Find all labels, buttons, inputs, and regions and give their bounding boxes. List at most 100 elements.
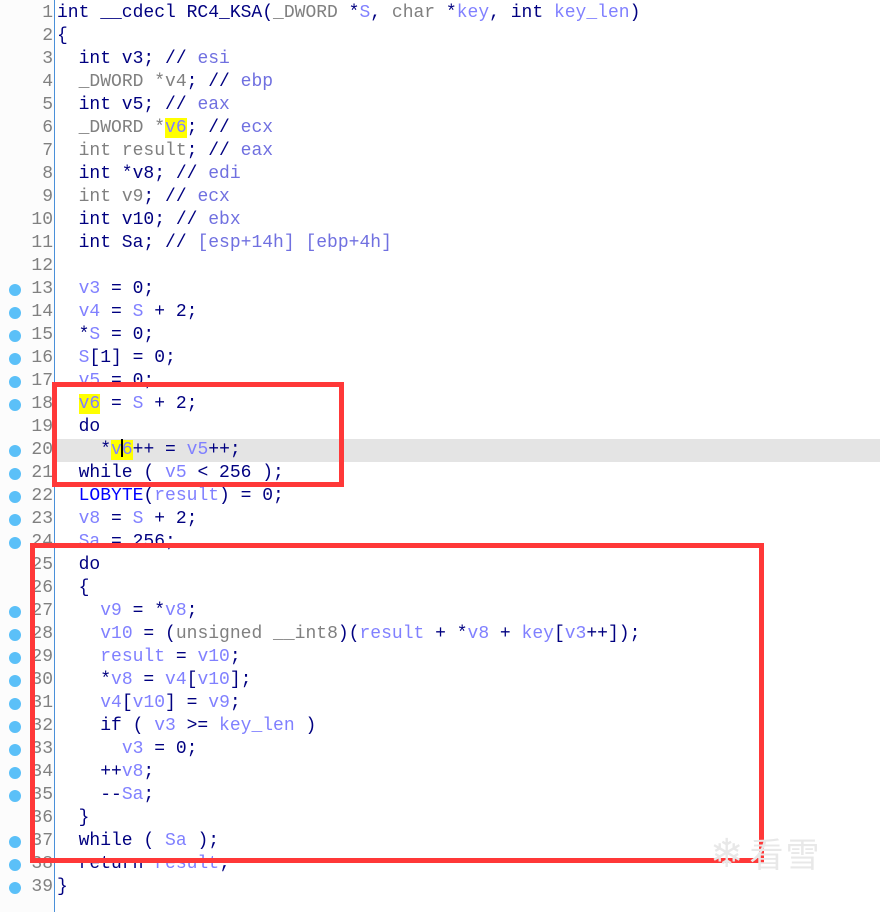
code-line[interactable]: 14 v4 = S + 2; bbox=[0, 301, 880, 324]
code-line[interactable]: 16 S[1] = 0; bbox=[0, 347, 880, 370]
code-token: int Sa; // bbox=[57, 233, 198, 253]
code-token: ) = 0; bbox=[219, 486, 284, 506]
snowflake-icon: ❄ bbox=[710, 831, 744, 877]
line-number: 21 bbox=[31, 463, 53, 483]
code-token: ebp bbox=[240, 72, 274, 92]
code-token: int __cdecl RC4_KSA( bbox=[57, 3, 274, 23]
code-token: v8 bbox=[78, 509, 101, 529]
line-number: 39 bbox=[31, 877, 53, 897]
line-number: 22 bbox=[31, 486, 53, 506]
code-line[interactable]: 22 LOBYTE(result) = 0; bbox=[0, 485, 880, 508]
code-text: int v5; // eax bbox=[57, 94, 880, 117]
code-token: ebx bbox=[208, 210, 241, 230]
code-text: _DWORD *v4; // ebp bbox=[57, 71, 880, 94]
line-number: 10 bbox=[31, 210, 53, 230]
line-number: 8 bbox=[42, 164, 53, 184]
code-token: v3 bbox=[78, 279, 101, 299]
code-token: S bbox=[78, 348, 90, 368]
code-line[interactable]: 2{ bbox=[0, 25, 880, 48]
code-token: int v10; // bbox=[57, 210, 209, 230]
code-token: eax bbox=[197, 95, 230, 115]
code-token: int result bbox=[78, 141, 187, 161]
watermark-logo: ❄ 看雪 bbox=[710, 828, 822, 877]
code-token: * bbox=[435, 3, 457, 23]
line-number: 23 bbox=[31, 509, 53, 529]
code-text: S[1] = 0; bbox=[57, 347, 880, 370]
code-token: esi bbox=[197, 49, 230, 69]
code-token: _DWORD bbox=[78, 72, 144, 92]
line-number: 7 bbox=[42, 141, 53, 161]
code-line[interactable]: 23 v8 = S + 2; bbox=[0, 508, 880, 531]
line-number: 13 bbox=[31, 279, 53, 299]
code-line[interactable]: 9 int v9; // ecx bbox=[0, 186, 880, 209]
code-text: int Sa; // [esp+14h] [ebp+4h] bbox=[57, 232, 880, 255]
code-token: ; // bbox=[143, 187, 198, 207]
code-line[interactable]: 13 v3 = 0; bbox=[0, 278, 880, 301]
code-token: int *v8; // bbox=[57, 164, 209, 184]
code-line[interactable]: 12 bbox=[0, 255, 880, 278]
code-token: key bbox=[456, 3, 490, 23]
code-text: v8 = S + 2; bbox=[57, 508, 880, 531]
code-text: } bbox=[57, 876, 880, 899]
code-line[interactable]: 10 int v10; // ebx bbox=[0, 209, 880, 232]
code-text: LOBYTE(result) = 0; bbox=[57, 485, 880, 508]
code-token: LOBYTE bbox=[78, 486, 144, 506]
code-token: * bbox=[57, 325, 90, 345]
code-line[interactable]: 1 int __cdecl RC4_KSA(_DWORD *S, char *ke… bbox=[0, 2, 880, 25]
code-text: _DWORD *v6; // ecx bbox=[57, 117, 880, 140]
code-token: ) bbox=[629, 3, 641, 23]
line-number: 4 bbox=[42, 72, 53, 92]
code-text: v3 = 0; bbox=[57, 278, 880, 301]
code-text: int result; // eax bbox=[57, 140, 880, 163]
line-number: 15 bbox=[31, 325, 53, 345]
code-line[interactable]: 6 _DWORD *v6; // ecx bbox=[0, 117, 880, 140]
code-line[interactable]: 8 int *v8; // edi bbox=[0, 163, 880, 186]
code-token: _DWORD bbox=[273, 3, 338, 23]
code-token: S bbox=[359, 3, 371, 23]
code-token: * bbox=[337, 3, 360, 23]
line-number: 16 bbox=[31, 348, 53, 368]
code-line[interactable]: 3 int v3; // esi bbox=[0, 48, 880, 71]
code-token: , int bbox=[489, 3, 554, 23]
code-token: char bbox=[391, 3, 436, 23]
code-line[interactable]: 11 int Sa; // [esp+14h] [ebp+4h] bbox=[0, 232, 880, 255]
code-token: S bbox=[132, 509, 144, 529]
line-number: 14 bbox=[31, 302, 53, 322]
code-token: [1] = 0; bbox=[89, 348, 176, 368]
code-text: v4 = S + 2; bbox=[57, 301, 880, 324]
annotation-box-swap-loop bbox=[30, 543, 764, 863]
code-token: ( bbox=[143, 486, 155, 506]
code-line[interactable]: 5 int v5; // eax bbox=[0, 94, 880, 117]
code-token: + 2; bbox=[143, 509, 198, 529]
line-number: 2 bbox=[42, 26, 53, 46]
code-line[interactable]: 15 *S = 0; bbox=[0, 324, 880, 347]
code-line[interactable]: 39} bbox=[0, 876, 880, 899]
code-token: = bbox=[100, 302, 133, 322]
line-number: 19 bbox=[31, 417, 53, 437]
code-token: = 0; bbox=[100, 279, 155, 299]
code-token: int v3; // bbox=[57, 49, 198, 69]
code-token: int v9 bbox=[78, 187, 144, 207]
code-text: int v3; // esi bbox=[57, 48, 880, 71]
code-line[interactable]: 7 int result; // eax bbox=[0, 140, 880, 163]
code-token: v4 bbox=[78, 302, 101, 322]
code-token: S bbox=[132, 302, 144, 322]
code-text: int __cdecl RC4_KSA(_DWORD *S, char *key… bbox=[57, 2, 880, 25]
code-line[interactable]: 4 _DWORD *v4; // ebp bbox=[0, 71, 880, 94]
annotation-box-init-loop bbox=[52, 382, 344, 487]
line-number: 1 bbox=[42, 3, 53, 23]
code-token: *v4 bbox=[143, 72, 187, 92]
code-token: result bbox=[154, 486, 220, 506]
code-token: = 0; bbox=[100, 325, 155, 345]
line-number: 18 bbox=[31, 394, 53, 414]
